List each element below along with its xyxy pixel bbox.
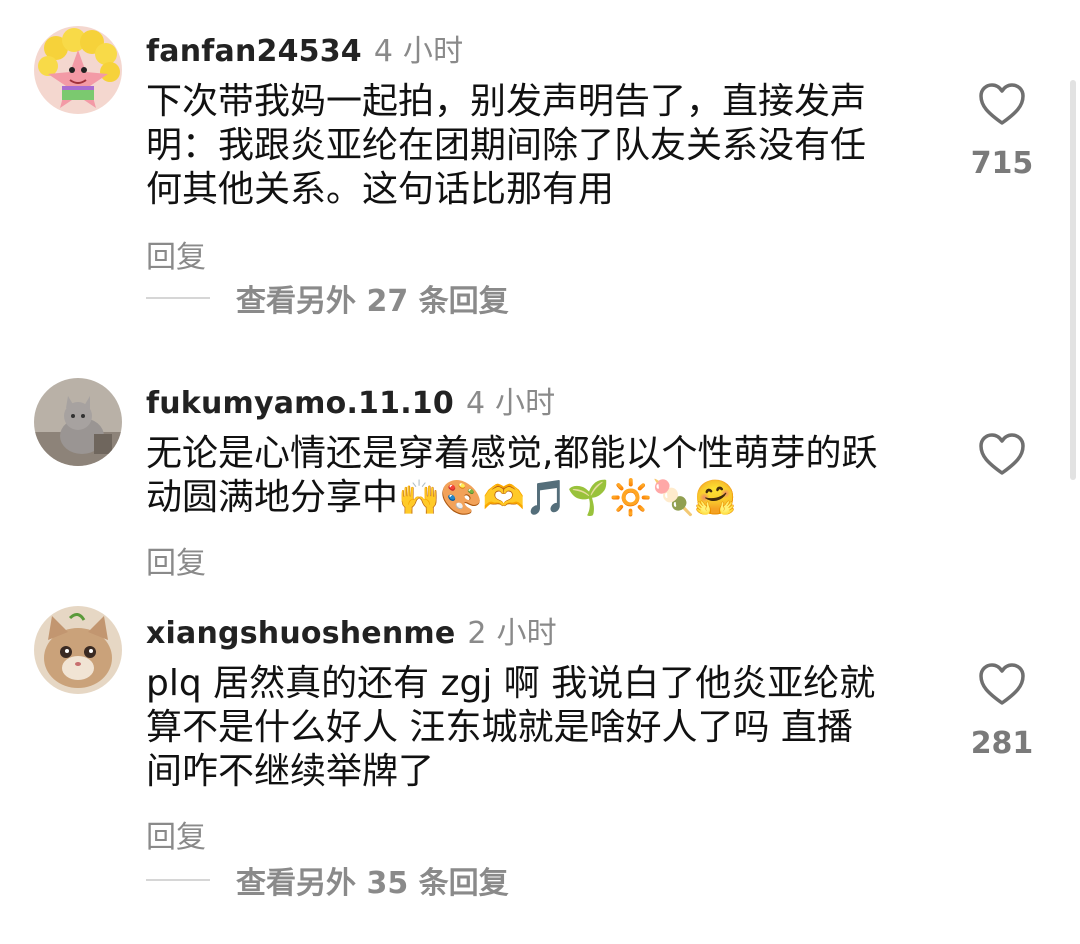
comment-line-text: 动圆满地分享中 [146, 477, 399, 518]
emoji-sequence: 🙌🎨🫶🎵🌱🔆🍡🤗 [398, 478, 737, 518]
view-replies-button[interactable]: 查看另外 35 条回复 [146, 860, 509, 901]
comment-line: 算不是什么好人 汪东城就是啥好人了吗 直播 [146, 707, 853, 748]
view-replies-text: 查看另外 27 条回复 [236, 284, 509, 319]
patrick-star-avatar[interactable] [34, 26, 122, 114]
comment-username[interactable]: xiangshuoshenme 2 小时 [146, 608, 557, 652]
comment-line: 明：我跟炎亚纶在团期间除了队友关系没有任 [146, 125, 867, 166]
comment-time: 4 小时 [465, 386, 556, 421]
comment-line: 动圆满地分享中🙌🎨🫶🎵🌱🔆🍡🤗 [146, 476, 936, 520]
reply-button[interactable]: 回复 [146, 812, 206, 856]
comment-line: plq 居然真的还有 zgj 啊 我说白了他炎亚纶就 [146, 663, 876, 704]
username-text[interactable]: fanfan24534 [146, 34, 362, 69]
like-control[interactable]: 281 [970, 662, 1034, 761]
comment-line: 何其他关系。这句话比那有用 [146, 169, 615, 210]
comment-time: 4 小时 [373, 34, 464, 69]
view-replies-button[interactable]: 查看另外 27 条回复 [146, 278, 509, 319]
heart-icon[interactable] [978, 662, 1026, 706]
like-count: 281 [970, 726, 1034, 761]
divider-dash [146, 879, 210, 881]
like-count: 715 [970, 146, 1034, 181]
username-text[interactable]: fukumyamo.11.10 [146, 386, 454, 421]
comment-time: 2 小时 [467, 616, 557, 651]
heart-icon[interactable] [978, 432, 1026, 476]
comment-line: 下次带我妈一起拍，别发声明告了，直接发声 [146, 81, 867, 122]
reply-button[interactable]: 回复 [146, 232, 206, 276]
kitten-avatar[interactable] [34, 606, 122, 694]
comment-line: 间咋不继续举牌了 [146, 751, 435, 792]
like-control[interactable]: 715 [970, 82, 1034, 181]
comment-text: 下次带我妈一起拍，别发声明告了，直接发声 明：我跟炎亚纶在团期间除了队友关系没有… [146, 80, 936, 212]
cat-photo-avatar[interactable] [34, 378, 122, 466]
comment-text: plq 居然真的还有 zgj 啊 我说白了他炎亚纶就 算不是什么好人 汪东城就是… [146, 662, 936, 794]
comment-username[interactable]: fukumyamo.11.10 4 小时 [146, 378, 555, 422]
comment-line: 无论是心情还是穿着感觉,都能以个性萌芽的跃 [146, 433, 878, 474]
reply-button[interactable]: 回复 [146, 538, 206, 582]
like-control[interactable] [970, 432, 1034, 476]
scrollbar[interactable] [1070, 80, 1076, 480]
username-text[interactable]: xiangshuoshenme [146, 616, 455, 651]
comment-username[interactable]: fanfan24534 4 小时 [146, 26, 463, 70]
divider-dash [146, 297, 210, 299]
heart-icon[interactable] [978, 82, 1026, 126]
comment-text: 无论是心情还是穿着感觉,都能以个性萌芽的跃 动圆满地分享中🙌🎨🫶🎵🌱🔆🍡🤗 [146, 432, 936, 520]
view-replies-text: 查看另外 35 条回复 [236, 866, 509, 901]
